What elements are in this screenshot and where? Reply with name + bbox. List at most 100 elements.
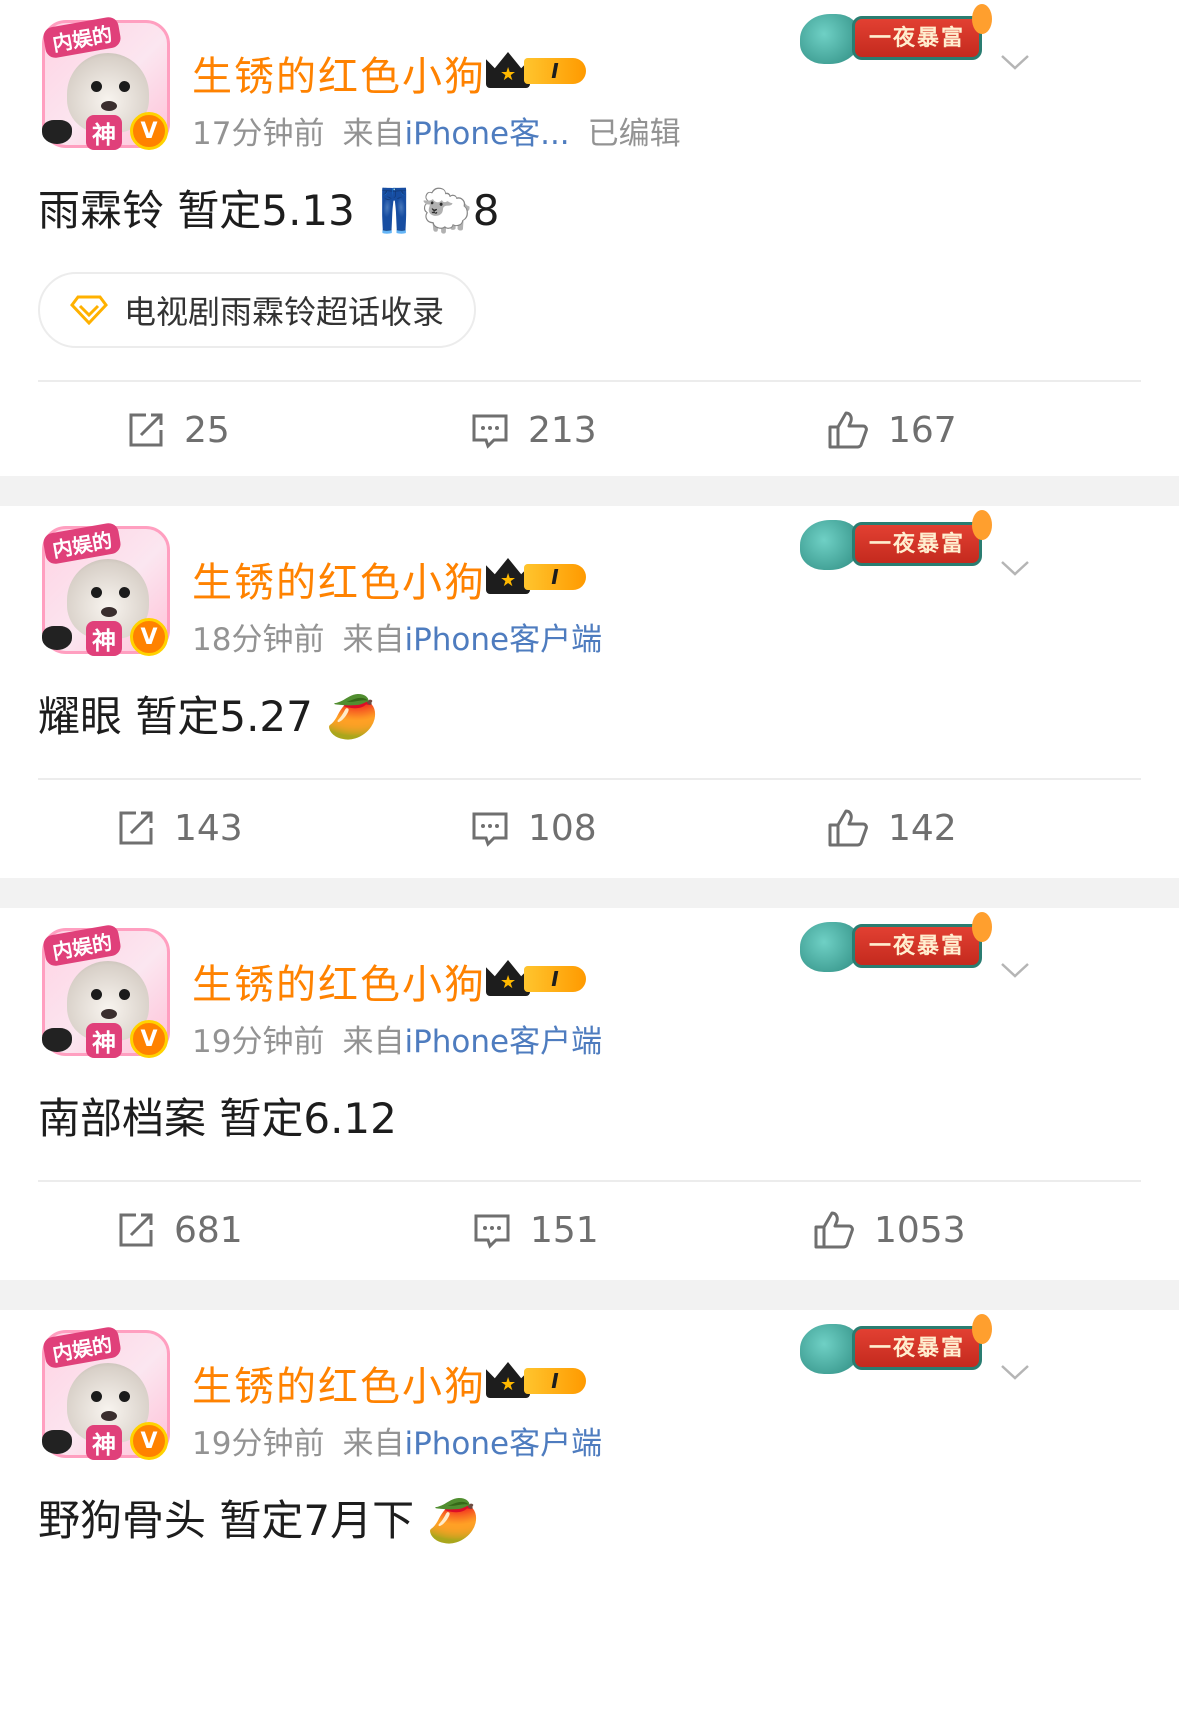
vip-level: I xyxy=(524,1368,586,1394)
edited-label[interactable]: 已编辑 xyxy=(588,116,681,152)
avatar-frame-god: 神 xyxy=(86,115,122,150)
promo-banner: 一夜暴富 xyxy=(852,522,982,566)
source-link[interactable]: iPhone客户端 xyxy=(404,1426,602,1462)
like-count: 1053 xyxy=(874,1209,966,1251)
avatar-frame-god: 神 xyxy=(86,621,122,656)
post-time: 18分钟前 xyxy=(192,622,325,658)
cat-icon xyxy=(42,120,72,144)
lantern-icon xyxy=(972,1314,992,1344)
super-topic-tag[interactable]: 电视剧雨霖铃超话收录 xyxy=(38,272,477,348)
post-time: 19分钟前 xyxy=(192,1024,325,1060)
author-name[interactable]: 生锈的红色小狗 xyxy=(192,44,486,102)
author-name[interactable]: 生锈的红色小狗 xyxy=(192,1354,486,1412)
star-icon: ★ xyxy=(500,64,517,85)
promo-card-decoration[interactable]: 一夜暴富 xyxy=(800,510,992,572)
cloud-icon xyxy=(800,1324,860,1374)
lantern-icon xyxy=(972,4,992,34)
comment-count: 108 xyxy=(528,807,597,849)
vip-level: I xyxy=(524,966,586,992)
like-count: 142 xyxy=(888,807,957,849)
avatar-frame-god: 神 xyxy=(86,1023,122,1058)
like-button[interactable]: 1053 xyxy=(812,1182,966,1278)
post-meta: 19分钟前 来自iPhone客户端 xyxy=(192,1016,602,1061)
post-card[interactable]: 内娱的 神 V 生锈的红色小狗 ★ I 19分钟前 来自iPhone客户端 一夜暴… xyxy=(0,908,1179,1280)
comment-icon xyxy=(472,812,508,847)
comment-count: 213 xyxy=(528,409,597,451)
post-meta: 17分钟前 来自iPhone客... 已编辑 xyxy=(192,108,681,153)
super-topic-label: 电视剧雨霖铃超话收录 xyxy=(124,293,445,331)
post-header: 内娱的 神 V 生锈的红色小狗 ★ I 17分钟前 来自iPhone客... 已编辑… xyxy=(0,0,1179,153)
vip-badge[interactable]: ★ I xyxy=(486,50,590,90)
comment-button[interactable]: 151 xyxy=(472,1182,599,1278)
chevron-down-icon[interactable] xyxy=(1000,1356,1030,1386)
author-name[interactable]: 生锈的红色小狗 xyxy=(192,550,486,608)
like-button[interactable]: 142 xyxy=(826,780,957,876)
source-prefix: 来自 xyxy=(342,622,405,658)
avatar-eye xyxy=(119,587,130,598)
repost-button[interactable]: 681 xyxy=(116,1182,243,1278)
chevron-down-icon[interactable] xyxy=(1000,954,1030,984)
action-bar: 681 151 1053 xyxy=(0,1182,1179,1278)
comment-button[interactable]: 213 xyxy=(470,382,597,478)
avatar-nose xyxy=(101,607,117,617)
author-name[interactable]: 生锈的红色小狗 xyxy=(192,952,486,1010)
avatar[interactable]: 内娱的 神 V xyxy=(36,520,176,660)
repost-icon xyxy=(119,1213,153,1247)
avatar-eye xyxy=(91,989,102,1000)
lantern-icon xyxy=(972,912,992,942)
avatar-eye xyxy=(91,81,102,92)
source-prefix: 来自 xyxy=(342,1024,405,1060)
cat-icon xyxy=(42,626,72,650)
avatar-eye xyxy=(119,1391,130,1402)
post-text: 野狗骨头 暂定7月下 🥭 xyxy=(38,1496,480,1545)
avatar-eye xyxy=(119,989,130,1000)
like-button[interactable]: 167 xyxy=(826,382,957,478)
promo-card-decoration[interactable]: 一夜暴富 xyxy=(800,4,992,66)
repost-button[interactable]: 25 xyxy=(126,382,230,478)
vip-badge[interactable]: ★ I xyxy=(486,556,590,596)
post-card[interactable]: 内娱的 神 V 生锈的红色小狗 ★ I 18分钟前 来自iPhone客户端 一夜暴… xyxy=(0,506,1179,878)
chevron-down-icon[interactable] xyxy=(1000,46,1030,76)
promo-card-decoration[interactable]: 一夜暴富 xyxy=(800,912,992,974)
avatar-eye xyxy=(91,1391,102,1402)
avatar-frame-god: 神 xyxy=(86,1425,122,1460)
post-card[interactable]: 内娱的 神 V 生锈的红色小狗 ★ I 17分钟前 来自iPhone客... 已编辑… xyxy=(0,0,1179,476)
lantern-icon xyxy=(972,510,992,540)
vip-badge[interactable]: ★ I xyxy=(486,1360,590,1400)
vip-badge[interactable]: ★ I xyxy=(486,958,590,998)
chevron-down-icon[interactable] xyxy=(1000,552,1030,582)
star-icon: ★ xyxy=(500,972,517,993)
weibo-feed: 内娱的 神 V 生锈的红色小狗 ★ I 17分钟前 来自iPhone客... 已编辑… xyxy=(0,0,1179,1730)
repost-count: 143 xyxy=(174,807,243,849)
post-header: 内娱的 神 V 生锈的红色小狗 ★ I 19分钟前 来自iPhone客户端 一夜暴… xyxy=(0,908,1179,1061)
post-meta: 19分钟前 来自iPhone客户端 xyxy=(192,1418,602,1463)
avatar[interactable]: 内娱的 神 V xyxy=(36,1324,176,1464)
cloud-icon xyxy=(800,14,860,64)
avatar-nose xyxy=(101,101,117,111)
promo-card-decoration[interactable]: 一夜暴富 xyxy=(800,1314,992,1376)
like-icon xyxy=(828,411,868,449)
action-bar: 143 108 142 xyxy=(0,780,1179,876)
comment-button[interactable]: 108 xyxy=(470,780,597,876)
comment-icon xyxy=(472,414,508,449)
vip-level: I xyxy=(524,58,586,84)
verified-badge: V xyxy=(130,1422,168,1460)
cat-icon xyxy=(42,1028,72,1052)
source-link[interactable]: iPhone客... xyxy=(404,116,569,152)
post-card[interactable]: 内娱的 神 V 生锈的红色小狗 ★ I 19分钟前 来自iPhone客户端 一夜暴… xyxy=(0,1310,1179,1730)
comment-count: 151 xyxy=(530,1209,599,1251)
star-icon: ★ xyxy=(500,570,517,591)
promo-banner: 一夜暴富 xyxy=(852,1326,982,1370)
post-text: 雨霖铃 暂定5.13 👖🐑8 xyxy=(38,186,500,235)
verified-badge: V xyxy=(130,618,168,656)
source-link[interactable]: iPhone客户端 xyxy=(404,1024,602,1060)
avatar[interactable]: 内娱的 神 V xyxy=(36,14,176,154)
avatar-eye xyxy=(91,587,102,598)
repost-icon xyxy=(129,413,163,447)
source-link[interactable]: iPhone客户端 xyxy=(404,622,602,658)
verified-badge: V xyxy=(130,112,168,150)
avatar[interactable]: 内娱的 神 V xyxy=(36,922,176,1062)
repost-button[interactable]: 143 xyxy=(116,780,243,876)
cat-icon xyxy=(42,1430,72,1454)
source-prefix: 来自 xyxy=(342,1426,405,1462)
